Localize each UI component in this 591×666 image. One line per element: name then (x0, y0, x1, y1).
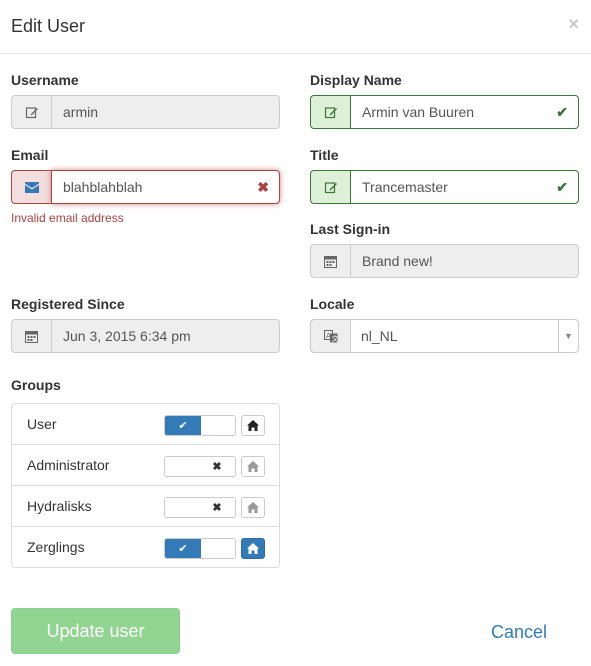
display-name-value: Armin van Buuren (362, 104, 475, 120)
svg-text:文: 文 (331, 334, 338, 343)
email-group: blahblahblah ✖ (11, 170, 280, 204)
title-label: Title (310, 147, 339, 163)
language-icon: A文 (310, 319, 350, 353)
email-input[interactable]: blahblahblah ✖ (51, 170, 280, 204)
dropdown-arrow-icon[interactable]: ▼ (558, 320, 578, 352)
home-icon[interactable] (241, 497, 265, 518)
locale-select[interactable]: nl_NL ▼ (350, 319, 579, 353)
group-name: Zerglings (27, 539, 85, 555)
x-icon: ✖ (212, 502, 222, 514)
title-group: Trancemaster ✔ (310, 170, 579, 204)
group-toggle[interactable]: ✔ (164, 415, 236, 436)
locale-value: nl_NL (361, 328, 398, 344)
envelope-icon (11, 170, 51, 204)
group-row: Administrator ✖ (12, 445, 279, 486)
username-label: Username (11, 72, 79, 88)
display-name-label: Display Name (310, 72, 402, 88)
email-error-message: Invalid email address (11, 211, 124, 225)
groups-list: User ✔ Administrator ✖ Hydralisks ✖ Zerglings ✔ (11, 403, 280, 568)
group-row: Hydralisks ✖ (12, 486, 279, 527)
email-value: blahblahblah (63, 179, 143, 195)
x-icon: ✖ (212, 461, 222, 473)
modal-title: Edit User (11, 16, 86, 36)
group-toggle[interactable]: ✔ (164, 538, 236, 559)
last-signin-group: Brand new! (310, 244, 579, 278)
pencil-icon (11, 95, 51, 129)
display-name-input[interactable]: Armin van Buuren ✔ (350, 95, 579, 129)
home-icon[interactable] (241, 456, 265, 477)
email-label: Email (11, 147, 49, 163)
calendar-icon (11, 319, 51, 353)
calendar-icon (310, 244, 350, 278)
pencil-icon (310, 95, 350, 129)
group-row: Zerglings ✔ (12, 527, 279, 568)
groups-label: Groups (11, 377, 61, 393)
last-signin-label: Last Sign-in (310, 221, 391, 237)
username-input: armin (51, 95, 280, 129)
checkmark-icon: ✔ (165, 539, 201, 558)
update-user-button[interactable]: Update user (11, 608, 180, 654)
locale-group: A文 nl_NL ▼ (310, 319, 579, 353)
cancel-link[interactable]: Cancel (491, 622, 547, 643)
display-name-group: Armin van Buuren ✔ (310, 95, 579, 129)
checkmark-icon: ✔ (556, 179, 568, 195)
locale-label: Locale (310, 296, 355, 312)
home-icon[interactable] (241, 415, 265, 436)
group-toggle[interactable]: ✖ (164, 497, 236, 518)
registered-group: Jun 3, 2015 6:34 pm (11, 319, 280, 353)
username-group: armin (11, 95, 280, 129)
checkmark-icon: ✔ (556, 104, 568, 120)
group-name: Administrator (27, 457, 110, 473)
title-value: Trancemaster (362, 179, 448, 195)
registered-label: Registered Since (11, 296, 125, 312)
group-toggle[interactable]: ✖ (164, 456, 236, 477)
title-input[interactable]: Trancemaster ✔ (350, 170, 579, 204)
modal-header: Edit User × (0, 0, 591, 54)
pencil-icon (310, 170, 350, 204)
checkmark-icon: ✔ (165, 416, 201, 435)
home-icon[interactable] (241, 538, 265, 559)
group-row: User ✔ (12, 404, 279, 445)
close-icon[interactable]: × (568, 14, 579, 34)
registered-input: Jun 3, 2015 6:34 pm (51, 319, 280, 353)
last-signin-input: Brand new! (350, 244, 579, 278)
group-name: User (27, 416, 57, 432)
group-name: Hydralisks (27, 498, 92, 514)
error-x-icon: ✖ (257, 179, 269, 195)
